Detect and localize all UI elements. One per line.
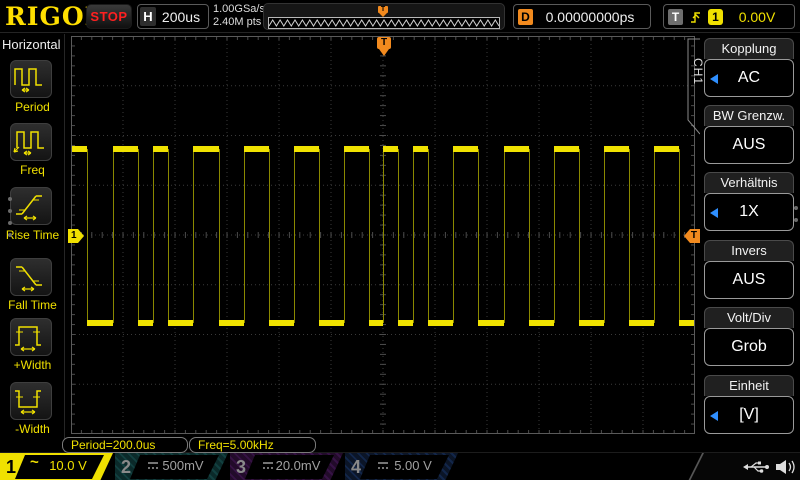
fall-time-icon [16, 266, 42, 292]
measurement-freq: Freq=5.00kHz [189, 437, 316, 453]
delay-offset-box[interactable]: D 0.00000000ps [513, 4, 651, 29]
period-label: Period [15, 100, 50, 114]
menu-page-dot [794, 218, 798, 222]
trigger-status-box[interactable]: T 1 0.00V [663, 4, 795, 29]
trigger-source-badge: 1 [708, 9, 723, 25]
graticule-waveform-display [71, 36, 695, 434]
channel-status-bar: 1 ~ 10.0 V 2 500mV 3 20.0mV 4 5.00 V [0, 452, 800, 480]
usb-icon [743, 461, 769, 473]
neg-width-label: -Width [15, 422, 50, 436]
freq-button[interactable] [10, 123, 52, 161]
trigger-level-value: 0.00V [738, 9, 776, 25]
menu-item-bw-grenzw[interactable]: BW Grenzw. AUS [704, 105, 794, 164]
menu-tab-outline [687, 38, 700, 135]
menu-item-kopplung[interactable]: Kopplung AC [704, 38, 794, 97]
timebase-value: 200us [161, 9, 201, 25]
sidebar-page-dot [8, 233, 12, 237]
menu-item-verhaeltnis[interactable]: Verhältnis 1X [704, 172, 794, 231]
channel2-number: 2 [121, 457, 132, 477]
channel4-number: 4 [351, 457, 362, 477]
freq-icon [13, 131, 44, 156]
memory-depth: 2.40M pts [213, 16, 262, 28]
delay-value: 0.00000000ps [545, 9, 635, 25]
measure-sidebar: Horizontal Period Freq Rise Time Fall Ti… [0, 34, 65, 452]
sidebar-title: Horizontal [2, 37, 61, 52]
channel1-status[interactable]: 1 ~ 10.0 V [0, 453, 113, 480]
rising-edge-icon [691, 12, 700, 23]
delay-icon: D [518, 9, 533, 25]
menu-arrow-icon [710, 208, 718, 218]
menu-item-einheit[interactable]: Einheit [V] [704, 375, 794, 434]
channel2-status[interactable]: 2 500mV [115, 453, 228, 480]
preview-window [268, 17, 500, 29]
trigger-position-marker[interactable]: T [377, 37, 391, 56]
freq-label: Freq [20, 163, 45, 177]
rise-time-button[interactable] [10, 187, 52, 225]
menu-arrow-icon [710, 411, 718, 421]
channel3-number: 3 [236, 457, 247, 477]
horizontal-timebase-box[interactable]: H 200us [137, 4, 209, 29]
waveform-preview-strip[interactable]: T [263, 3, 505, 30]
channel3-status[interactable]: 3 20.0mV [230, 453, 343, 480]
trigger-label: T [668, 9, 683, 25]
pos-width-button[interactable] [10, 318, 52, 356]
neg-width-icon [15, 390, 41, 415]
menu-arrow-icon [710, 74, 718, 84]
peripheral-status [688, 453, 800, 480]
sidebar-page-dot [8, 221, 12, 225]
sidebar-page-dot [8, 209, 12, 213]
neg-width-button[interactable] [10, 382, 52, 420]
period-button[interactable] [10, 60, 52, 98]
rise-time-icon [16, 195, 42, 221]
menu-item-invers[interactable]: Invers AUS [704, 240, 794, 299]
preview-zigzag-wave [269, 19, 499, 27]
pos-width-icon [15, 326, 41, 352]
channel1-scale: 10.0 V [49, 458, 87, 473]
fall-time-button[interactable] [10, 258, 52, 296]
menu-page-dot [794, 206, 798, 210]
channel-menu-panel: CH1 Kopplung AC BW Grenzw. AUS Verhältni… [687, 34, 800, 452]
speaker-icon [776, 460, 795, 474]
top-status-bar: RIGOL STOP H 200us 1.00GSa/s 2.40M pts T… [0, 0, 800, 33]
sample-rate: 1.00GSa/s [213, 3, 265, 15]
sidebar-page-dot [8, 197, 12, 201]
channel4-scale: 5.00 V [394, 458, 432, 473]
channel4-status[interactable]: 4 5.00 V [345, 453, 458, 480]
channel3-scale: 20.0mV [275, 458, 321, 473]
channel2-scale: 500mV [162, 458, 204, 473]
channel1-number: 1 [6, 457, 17, 477]
period-icon [14, 68, 42, 93]
h-label: H [140, 7, 156, 26]
acquisition-info: 1.00GSa/s 2.40M pts [213, 3, 265, 29]
measurement-period: Period=200.0us [62, 437, 188, 453]
run-stop-status[interactable]: STOP [86, 4, 132, 29]
oscilloscope-screen: RIGOL STOP H 200us 1.00GSa/s 2.40M pts T… [0, 0, 800, 480]
pos-width-label: +Width [13, 358, 52, 372]
menu-item-volt-div[interactable]: Volt/Div Grob [704, 307, 794, 366]
fall-time-label: Fall Time [8, 298, 57, 312]
preview-trigger-pin-icon[interactable]: T [378, 6, 388, 17]
